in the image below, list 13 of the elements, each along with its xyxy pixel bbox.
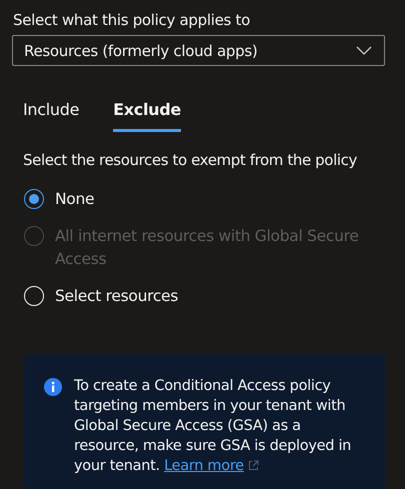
scope-dropdown[interactable]: Resources (formerly cloud apps) <box>12 35 385 66</box>
external-link-icon <box>248 460 259 471</box>
radio-button[interactable] <box>24 189 44 209</box>
chevron-down-icon <box>356 46 372 55</box>
radio-label[interactable]: Select resources <box>55 285 178 308</box>
info-message: To create a Conditional Access policy targeting members in your tenant with Global Secure Access (GSA) as a resource, make sure GSA is deployed in your tenant. Learn more <box>74 377 352 476</box>
learn-more-link[interactable]: Learn more <box>164 458 244 474</box>
tab[interactable]: Include <box>23 100 80 132</box>
tab[interactable]: Exclude <box>113 100 181 132</box>
info-icon <box>44 378 62 396</box>
radio-label[interactable]: None <box>55 188 94 211</box>
field-label: Select what this policy applies to <box>13 10 251 30</box>
section-description: Select the resources to exempt from the policy <box>23 150 358 170</box>
